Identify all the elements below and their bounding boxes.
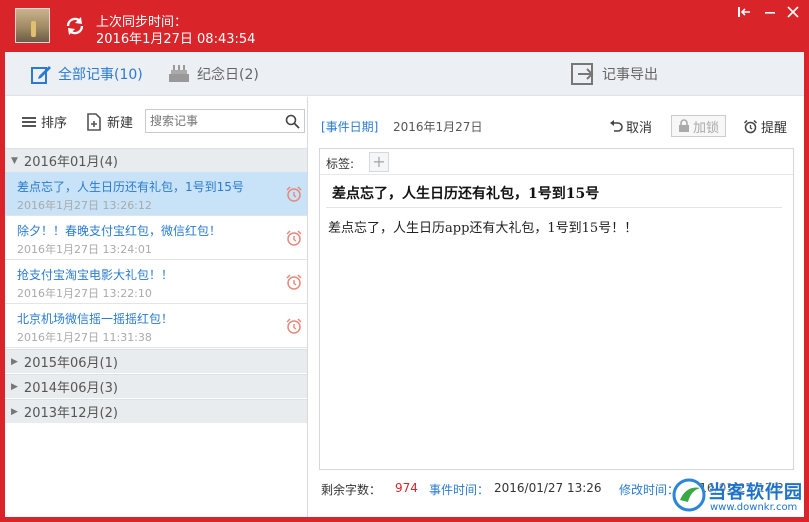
group-header-2015-06[interactable]: ▶ 2015年06月(1) (5, 349, 307, 373)
list-toolbar: 排序 新建 (5, 97, 307, 147)
note-title-field[interactable]: 差点忘了，人生日历还有礼包，1号到15号 (332, 183, 599, 203)
detail-header: [事件日期] 2016年1月27日 取消 加锁 提醒 (309, 97, 804, 145)
note-title: 除夕！！春晚支付宝红包，微信红包！ (17, 224, 222, 238)
group-label: 2015年06月(1) (23, 356, 118, 371)
dock-icon[interactable] (733, 2, 755, 22)
list-item[interactable]: 除夕！！春晚支付宝红包，微信红包！ 2016年1月27日 13:24:01 (5, 216, 307, 260)
group-header-2014-06[interactable]: ▶ 2014年06月(3) (5, 374, 307, 398)
note-detail-panel: [事件日期] 2016年1月27日 取消 加锁 提醒 标签: + 差点忘了，人生… (309, 97, 804, 517)
tab-all-notes-label: 全部记事(10) (58, 67, 143, 83)
watermark-url: www.downkr.com (710, 502, 798, 513)
collapsed-arrow-icon: ▶ (11, 381, 18, 392)
watermark-logo-icon (672, 478, 706, 512)
watermark: 当客软件园 www.downkr.com (672, 476, 807, 518)
new-note-label: 新建 (107, 116, 134, 131)
alarm-icon[interactable] (285, 229, 303, 247)
export-button[interactable]: 记事导出 (570, 52, 658, 96)
sort-icon (22, 116, 36, 127)
list-item[interactable]: 差点忘了，人生日历还有礼包，1号到15号 2016年1月27日 13:26:12 (5, 172, 307, 216)
tab-anniversary-label: 纪念日(2) (197, 67, 259, 83)
note-date: 2016年1月27日 11:31:38 (17, 331, 152, 344)
tags-row: 标签: + (320, 149, 793, 175)
sync-time: 2016年1月27日 08:43:54 (96, 32, 256, 47)
new-note-icon (87, 112, 101, 131)
list-item[interactable]: 北京机场微信摇一摇摇红包！ 2016年1月27日 11:31:38 (5, 304, 307, 348)
lock-icon (679, 119, 689, 132)
cake-icon (169, 65, 189, 82)
expanded-arrow-icon: ▼ (11, 155, 18, 166)
note-editor[interactable]: 标签: + 差点忘了，人生日历还有礼包，1号到15号 差点忘了，人生日历app还… (319, 148, 794, 470)
group-header-2013-12[interactable]: ▶ 2013年12月(2) (5, 399, 307, 423)
cancel-button[interactable]: 取消 (609, 115, 652, 137)
tab-all-notes[interactable]: 全部记事(10) (30, 52, 143, 96)
remaining-label: 剩余字数： (321, 483, 382, 497)
remind-label: 提醒 (761, 120, 788, 136)
undo-icon (610, 120, 623, 132)
note-date: 2016年1月27日 13:22:10 (17, 287, 152, 300)
tags-label: 标签: (326, 157, 355, 171)
group-label: 2016年01月(4) (23, 155, 118, 170)
notes-list-panel: 排序 新建 ▼ 2016年01月(4) 差点忘了，人生日 (5, 97, 308, 517)
group-label: 2013年12月(2) (23, 406, 118, 421)
lock-label: 加锁 (693, 120, 720, 136)
alarm-icon[interactable] (285, 185, 303, 203)
watermark-name: 当客软件园 (708, 482, 803, 503)
main-window: 全部记事(10) 纪念日(2) 记事导出 排序 新建 搜索记事 ▼ 2016年0… (5, 52, 804, 517)
list-item[interactable]: 抢支付宝淘宝电影大礼包！！ 2016年1月27日 13:22:10 (5, 260, 307, 304)
group-label: 2014年06月(3) (23, 381, 118, 396)
remaining-value: 974 (395, 481, 418, 495)
export-label: 记事导出 (602, 67, 658, 83)
search-box (145, 109, 305, 133)
cancel-label: 取消 (626, 120, 653, 136)
event-time-label: 事件时间： (429, 483, 490, 497)
title-bar: 上次同步时间： 2016年1月27日 08:43:54 (0, 0, 809, 52)
search-input[interactable] (146, 110, 282, 132)
title-divider (326, 207, 782, 208)
alarm-icon[interactable] (285, 273, 303, 291)
lock-button[interactable]: 加锁 (671, 115, 727, 137)
export-icon (571, 63, 594, 85)
edit-icon (31, 66, 51, 84)
sync-icon[interactable] (64, 15, 86, 37)
close-icon[interactable] (782, 2, 804, 22)
collapsed-arrow-icon: ▶ (11, 406, 18, 417)
top-nav: 全部记事(10) 纪念日(2) 记事导出 (5, 52, 804, 96)
sort-label: 排序 (41, 116, 68, 131)
alarm-icon[interactable] (285, 317, 303, 335)
add-tag-button[interactable]: + (369, 152, 389, 172)
note-date: 2016年1月27日 13:26:12 (17, 199, 152, 212)
note-title: 抢支付宝淘宝电影大礼包！！ (17, 268, 174, 282)
note-body-field[interactable]: 差点忘了，人生日历app还有大礼包，1号到15号！！ (328, 217, 637, 236)
tab-anniversary[interactable]: 纪念日(2) (167, 52, 259, 96)
note-title: 差点忘了，人生日历还有礼包，1号到15号 (17, 180, 244, 194)
event-date-tag[interactable]: [事件日期] (321, 118, 378, 135)
group-header-2016-01[interactable]: ▼ 2016年01月(4) (5, 148, 307, 172)
avatar[interactable] (15, 8, 50, 43)
note-date: 2016年1月27日 13:24:01 (17, 243, 152, 256)
note-title: 北京机场微信摇一摇摇红包！ (17, 312, 174, 326)
event-date-value: 2016年1月27日 (393, 120, 483, 134)
modified-label: 修改时间： (619, 483, 680, 497)
minimize-icon[interactable] (759, 2, 781, 22)
new-note-button[interactable]: 新建 (85, 112, 133, 131)
alarm-clock-icon (743, 119, 758, 133)
remind-button[interactable]: 提醒 (743, 115, 787, 137)
event-time-value: 2016/01/27 13:26 (494, 481, 602, 495)
sort-button[interactable]: 排序 (21, 112, 67, 131)
search-icon[interactable] (285, 114, 300, 129)
collapsed-arrow-icon: ▶ (11, 356, 18, 367)
